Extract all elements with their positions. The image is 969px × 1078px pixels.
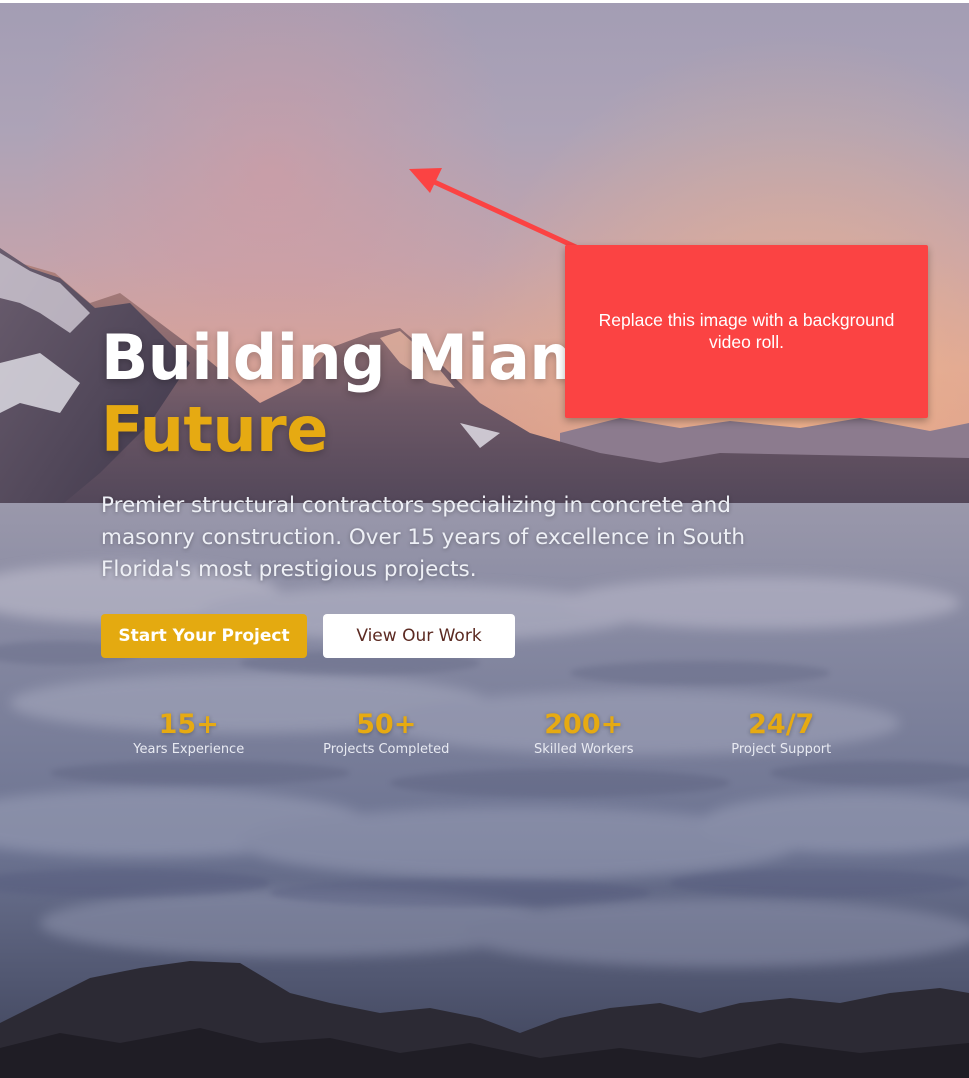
stat-label: Projects Completed (323, 742, 450, 757)
stat-value: 50+ (356, 709, 417, 740)
start-project-button[interactable]: Start Your Project (101, 614, 307, 658)
cta-buttons: Start Your Project View Our Work (101, 614, 515, 658)
stat-value: 15+ (158, 709, 219, 740)
stat-value: 24/7 (748, 709, 815, 740)
stat-label: Skilled Workers (533, 742, 634, 757)
hero-description: Premier structural contractors specializ… (101, 493, 746, 582)
stat-label: Years Experience (133, 742, 245, 757)
stat-label: Project Support (731, 742, 832, 757)
view-work-button[interactable]: View Our Work (323, 614, 515, 658)
stat-value: 200+ (544, 709, 624, 740)
stat-item: 200+ Skilled Workers (485, 708, 683, 758)
annotation-note: Replace this image with a background vid… (565, 245, 928, 418)
hero-page: Building Miami's Future Premier structur… (0, 0, 969, 1078)
stats-row: 15+ Years Experience 50+ Projects Comple… (90, 708, 880, 758)
stat-item: 50+ Projects Completed (288, 708, 486, 758)
stat-item: 15+ Years Experience (90, 708, 288, 758)
stat-item: 24/7 Project Support (683, 708, 881, 758)
